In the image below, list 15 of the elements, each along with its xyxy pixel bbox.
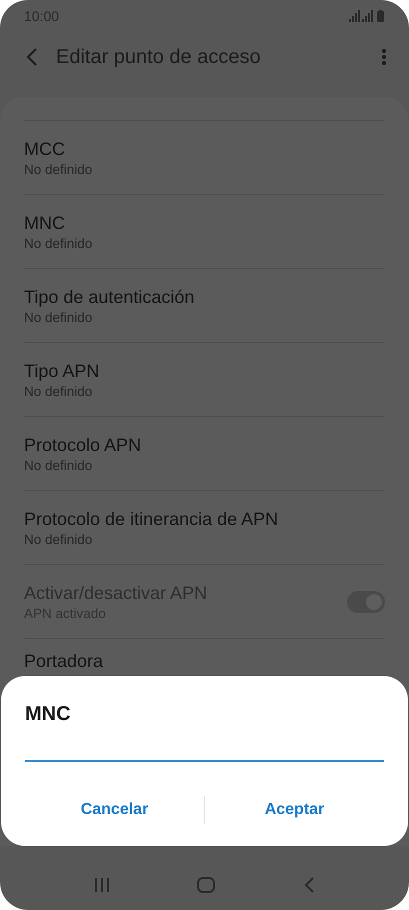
- recent-apps-icon[interactable]: [94, 878, 110, 892]
- dialog-title: MNC: [25, 702, 72, 726]
- dialog-button[interactable]: Aceptar: [256, 796, 332, 824]
- home-icon[interactable]: [197, 877, 216, 893]
- dialog-button[interactable]: Cancelar: [72, 796, 156, 824]
- setting-title: Tipo de autenticación: [24, 286, 196, 308]
- page-title: Editar punto de acceso: [56, 45, 262, 70]
- status-icons: [349, 10, 385, 22]
- back-icon[interactable]: [303, 877, 316, 893]
- setting-title: MCC: [24, 138, 66, 160]
- setting-title: Tipo APN: [24, 360, 100, 382]
- setting-title: Protocolo APN: [24, 434, 142, 456]
- setting-title: MNC: [24, 212, 66, 234]
- setting-title: Portadora: [24, 650, 104, 673]
- setting-title: Protocolo de itinerancia de APN: [24, 508, 280, 530]
